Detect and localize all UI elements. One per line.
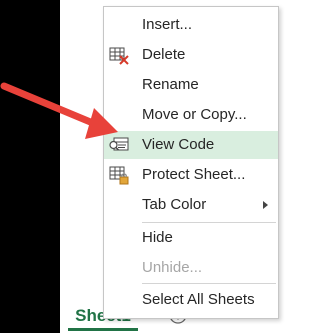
menu-item-label: Delete bbox=[142, 46, 186, 63]
menu-item-label: Move or Copy... bbox=[142, 106, 247, 123]
left-black-region bbox=[0, 0, 60, 333]
menu-item-label: Select All Sheets bbox=[142, 291, 255, 308]
protect-sheet-icon bbox=[109, 166, 129, 185]
view-code-icon bbox=[109, 137, 129, 151]
menu-item-insert[interactable]: Insert... bbox=[104, 11, 278, 39]
menu-item-label: View Code bbox=[142, 136, 215, 153]
menu-item-unhide[interactable]: Unhide... bbox=[104, 254, 278, 282]
menu-separator bbox=[142, 222, 276, 223]
menu-item-hide[interactable]: Hide bbox=[104, 224, 278, 252]
menu-separator bbox=[142, 283, 276, 284]
menu-item-label: Protect Sheet... bbox=[142, 166, 246, 183]
menu-item-protect-sheet[interactable]: Protect Sheet... bbox=[104, 161, 278, 189]
delete-sheet-icon bbox=[109, 47, 129, 65]
menu-item-delete[interactable]: Delete bbox=[104, 41, 278, 69]
menu-item-label: Unhide... bbox=[142, 259, 203, 276]
menu-item-move-or-copy[interactable]: Move or Copy... bbox=[104, 101, 278, 129]
menu-item-rename[interactable]: Rename bbox=[104, 71, 278, 99]
menu-item-label: Insert... bbox=[142, 16, 193, 33]
sheet-context-menu: Insert... Delete Rename Move or Copy... bbox=[103, 6, 279, 319]
menu-item-select-all-sheets[interactable]: Select All Sheets bbox=[104, 286, 278, 314]
menu-item-label: Tab Color bbox=[142, 196, 207, 213]
excel-sheet-context-screen: Sheet1 Insert... Delete Rename bbox=[0, 0, 285, 333]
chevron-right-icon bbox=[263, 201, 268, 209]
menu-item-label: Hide bbox=[142, 229, 173, 246]
menu-item-view-code[interactable]: View Code bbox=[104, 131, 278, 159]
menu-item-tab-color[interactable]: Tab Color bbox=[104, 191, 278, 219]
menu-item-label: Rename bbox=[142, 76, 199, 93]
